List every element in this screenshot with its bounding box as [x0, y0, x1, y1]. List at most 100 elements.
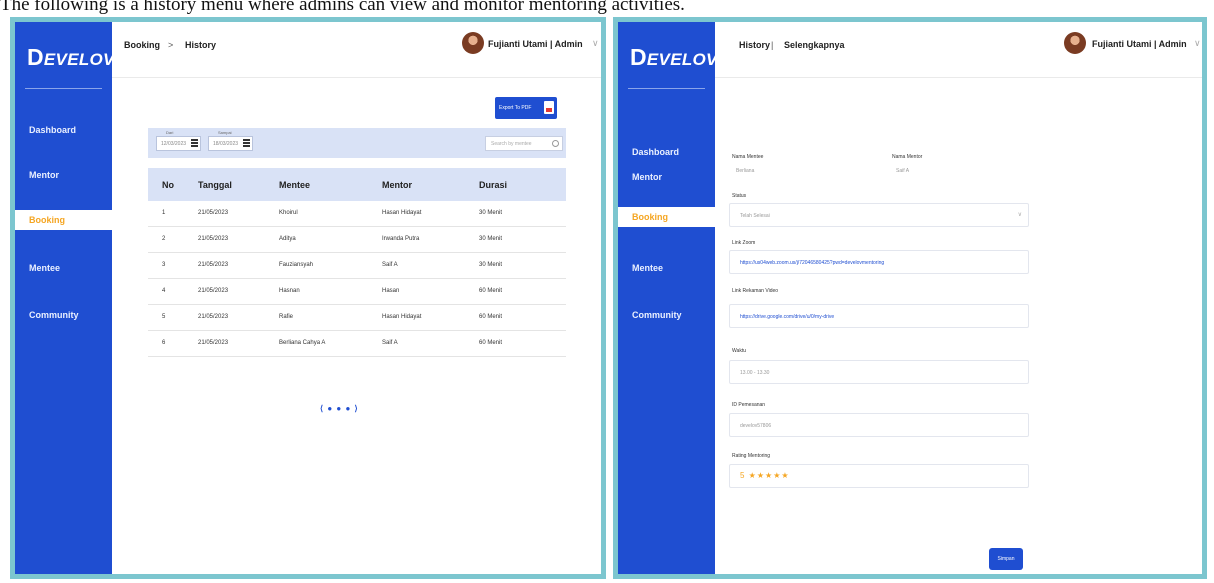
cell-mentee: Hasnan	[279, 288, 300, 294]
history-screen: DEVELOV Dashboard Mentor Booking Mentee …	[10, 17, 606, 579]
cell-mentor: Irwanda Putra	[382, 236, 420, 242]
link-zoom-field[interactable]: https://us04web.zoom.us/j/72046580425?pw…	[729, 250, 1029, 274]
cell-no: 6	[162, 340, 166, 346]
chevron-down-icon[interactable]: ∨	[592, 38, 599, 49]
sidebar-item-community[interactable]: Community	[15, 305, 112, 325]
logo: DEVELOV	[27, 44, 115, 70]
sidebar-item-mentor[interactable]: Mentor	[618, 167, 715, 187]
search-icon	[552, 140, 559, 147]
sidebar: DEVELOV Dashboard Mentor Booking Mentee …	[618, 22, 718, 574]
rating-label: Rating Mentoring	[732, 453, 771, 459]
sidebar-item-mentor[interactable]: Mentor	[15, 165, 112, 185]
cell-tanggal: 21/05/2023	[198, 210, 229, 216]
save-button[interactable]: Simpan	[989, 548, 1023, 570]
mentor-name-label: Nama Mentor	[892, 154, 923, 160]
status-label: Status	[732, 193, 747, 199]
breadcrumb-separator: |	[771, 40, 774, 50]
cell-durasi: 30 Menit	[479, 210, 503, 216]
table-row[interactable]: 5 21/05/2023 Rafie Hasan Hidayat 60 Meni…	[148, 305, 566, 331]
breadcrumb-selengkapnya: Selengkapnya	[784, 40, 845, 50]
link-zoom-label: Link Zoom	[732, 240, 756, 246]
sidebar-item-community[interactable]: Community	[618, 305, 715, 325]
status-select[interactable]: Telah Selesai ∨	[729, 203, 1029, 227]
table-row[interactable]: 1 21/05/2023 Khoirul Hasan Hidayat 30 Me…	[148, 201, 566, 227]
sidebar: DEVELOV Dashboard Mentor Booking Mentee …	[15, 22, 115, 574]
cell-tanggal: 21/05/2023	[198, 314, 229, 320]
user-name[interactable]: Fujianti Utami | Admin	[1092, 39, 1187, 49]
user-name[interactable]: Fujianti Utami | Admin	[488, 39, 583, 49]
sidebar-item-mentee[interactable]: Mentee	[15, 258, 112, 278]
cell-mentee: Rafie	[279, 314, 294, 320]
calendar-icon	[243, 139, 250, 147]
pagination[interactable]: ⟨ ● ● ● ⟩	[320, 404, 359, 413]
breadcrumb-separator: >	[168, 40, 174, 50]
sidebar-item-mentee[interactable]: Mentee	[618, 258, 715, 278]
column-header-tanggal: Tanggal	[198, 180, 232, 190]
column-header-durasi: Durasi	[479, 180, 508, 190]
column-header-mentee: Mentee	[279, 180, 311, 190]
table-header: No Tanggal Mentee Mentor Durasi	[148, 168, 566, 201]
sidebar-item-booking[interactable]: Booking	[15, 210, 112, 230]
sidebar-item-dashboard[interactable]: Dashboard	[15, 120, 112, 140]
column-header-mentor: Mentor	[382, 180, 412, 190]
cell-durasi: 30 Menit	[479, 236, 503, 242]
cell-mentor: Saif A	[382, 262, 398, 268]
waktu-field[interactable]: 13.00 - 13.30	[729, 360, 1029, 384]
mentor-name-value: Saif A	[896, 168, 910, 174]
export-pdf-button[interactable]: Export To PDF	[495, 97, 557, 119]
table-row[interactable]: 2 21/05/2023 Aditya Irwanda Putra 30 Men…	[148, 227, 566, 253]
cell-mentor: Hasan Hidayat	[382, 314, 422, 320]
mentee-name-label: Nama Mentee	[732, 154, 764, 160]
mentee-name-value: Berliana	[736, 168, 755, 174]
cell-mentor: Saif A	[382, 340, 398, 346]
id-pemesanan-field[interactable]: develov57806	[729, 413, 1029, 437]
table-row[interactable]: 6 21/05/2023 Berliana Cahya A Saif A 60 …	[148, 331, 566, 357]
cell-mentor: Hasan	[382, 288, 400, 294]
avatar[interactable]	[1064, 32, 1086, 54]
filter-bar: Dari 12/03/2023 Sampai 18/03/2023 Search…	[148, 128, 566, 158]
breadcrumb-history: History	[185, 40, 217, 50]
detail-screen: DEVELOV Dashboard Mentor Booking Mentee …	[613, 17, 1207, 579]
search-input[interactable]: Search by mentee	[485, 136, 563, 151]
chevron-down-icon: ∨	[1017, 212, 1022, 218]
logo-divider	[628, 88, 705, 89]
date-to-field[interactable]: 18/03/2023	[208, 136, 253, 151]
breadcrumb-booking[interactable]: Booking	[124, 40, 160, 50]
sidebar-item-dashboard[interactable]: Dashboard	[618, 142, 715, 162]
cell-mentor: Hasan Hidayat	[382, 210, 422, 216]
table-row[interactable]: 4 21/05/2023 Hasnan Hasan 60 Menit	[148, 279, 566, 305]
cell-durasi: 60 Menit	[479, 314, 503, 320]
topbar: Booking > History Fujianti Utami | Admin…	[112, 22, 601, 78]
rating-stars[interactable]: 5 ★★★★★	[729, 464, 1029, 488]
cell-mentee: Aditya	[279, 236, 296, 242]
cell-no: 5	[162, 314, 166, 320]
date-to-label: Sampai	[218, 130, 232, 135]
cell-no: 2	[162, 236, 166, 242]
cell-durasi: 60 Menit	[479, 288, 503, 294]
logo: DEVELOV	[630, 44, 718, 70]
cell-no: 3	[162, 262, 166, 268]
sidebar-item-booking[interactable]: Booking	[618, 207, 715, 227]
pdf-icon	[544, 101, 554, 114]
breadcrumb-history[interactable]: History	[739, 40, 770, 50]
avatar[interactable]	[462, 32, 484, 54]
calendar-icon	[191, 139, 198, 147]
link-rekaman-label: Link Rekaman Video	[732, 288, 779, 294]
cell-tanggal: 21/05/2023	[198, 262, 229, 268]
cell-mentee: Khoirul	[279, 210, 298, 216]
cell-durasi: 60 Menit	[479, 340, 503, 346]
cell-tanggal: 21/05/2023	[198, 340, 229, 346]
cell-tanggal: 21/05/2023	[198, 236, 229, 242]
date-from-field[interactable]: 12/03/2023	[156, 136, 201, 151]
chevron-down-icon[interactable]: ∨	[1194, 38, 1201, 49]
id-pemesanan-label: ID Pemesanan	[732, 402, 766, 408]
logo-divider	[25, 88, 102, 89]
cell-mentee: Fauziansyah	[279, 262, 314, 268]
cell-tanggal: 21/05/2023	[198, 288, 229, 294]
cell-no: 4	[162, 288, 166, 294]
link-rekaman-field[interactable]: https://drive.google.com/drive/u/0/my-dr…	[729, 304, 1029, 328]
caption: The following is a history menu where ad…	[0, 0, 685, 15]
table-row[interactable]: 3 21/05/2023 Fauziansyah Saif A 30 Menit	[148, 253, 566, 279]
column-header-no: No	[162, 180, 174, 190]
date-from-label: Dari	[166, 130, 174, 135]
